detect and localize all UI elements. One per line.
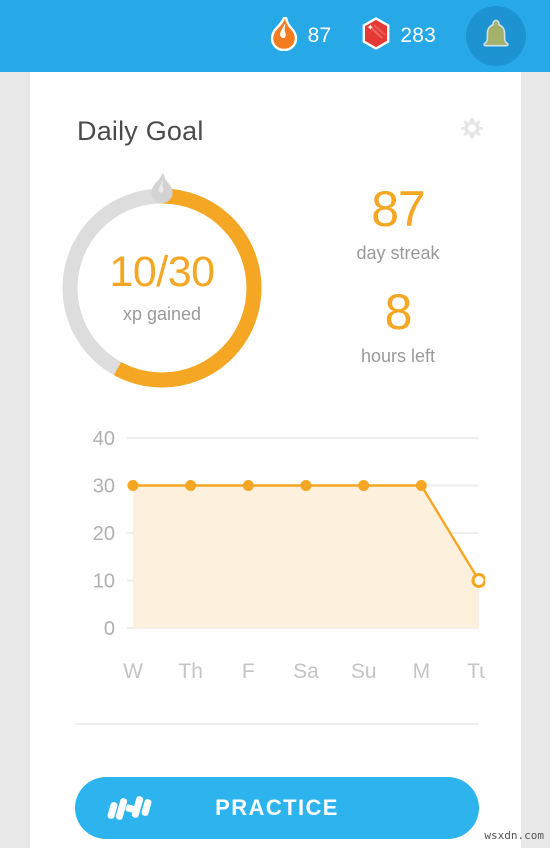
svg-text:Sa: Sa	[293, 660, 319, 683]
flame-icon	[269, 15, 299, 56]
gem-counter[interactable]: 283	[361, 17, 436, 55]
dumbbell-icon	[107, 793, 153, 823]
xp-progress-value: 10/30	[109, 248, 215, 296]
svg-text:Th: Th	[178, 660, 203, 683]
ring-center-content: 10/30 xp gained	[52, 178, 272, 398]
svg-text:M: M	[413, 660, 431, 683]
svg-text:20: 20	[93, 523, 115, 545]
svg-text:30: 30	[93, 476, 115, 498]
xp-progress-label: xp gained	[122, 304, 202, 324]
gem-icon	[361, 17, 391, 55]
daily-goal-card: Daily Goal 10/30 xp gained 87 day streak…	[30, 72, 521, 848]
svg-text:Su: Su	[351, 660, 377, 683]
chart-ytick-labels: 0 10 20 30 40	[93, 428, 115, 640]
day-streak-value: 87	[371, 181, 426, 237]
watermark: wsxdn.com	[484, 829, 544, 842]
card-header: Daily Goal	[77, 116, 487, 147]
goal-stats-column: 87 day streak 8 hours left	[298, 184, 498, 367]
stat-day-streak: 87 day streak	[298, 184, 498, 264]
streak-value: 87	[307, 24, 332, 47]
app-header: 87 283	[0, 0, 550, 72]
chart-xtick-labels: W Th F Sa Su M Tu	[123, 660, 485, 683]
hours-left-value: 8	[384, 284, 413, 340]
svg-text:Tu: Tu	[467, 660, 485, 683]
daily-goal-ring: 10/30 xp gained	[52, 173, 272, 398]
weekly-xp-chart: 0 10 20 30 40 W Th F Sa Su M Tu	[75, 420, 485, 685]
svg-text:F: F	[242, 660, 255, 683]
hours-left-label: hours left	[360, 346, 436, 366]
stat-hours-left: 8 hours left	[298, 287, 498, 367]
svg-text:40: 40	[93, 428, 115, 450]
practice-button[interactable]: PRACTICE	[75, 777, 479, 839]
streak-counter[interactable]: 87	[269, 15, 332, 56]
page-title: Daily Goal	[77, 116, 204, 146]
svg-text:0: 0	[104, 618, 115, 640]
day-streak-label: day streak	[356, 243, 440, 263]
bell-icon	[481, 18, 511, 55]
settings-button[interactable]	[459, 116, 485, 147]
gear-icon	[459, 116, 485, 147]
gem-value: 283	[400, 24, 436, 47]
xp-line-chart-svg: 0 10 20 30 40 W Th F Sa Su M Tu	[93, 428, 485, 683]
goal-summary-row: 10/30 xp gained 87 day streak 8 hours le…	[30, 170, 521, 410]
section-divider	[75, 723, 479, 725]
svg-text:W: W	[123, 660, 143, 683]
header-stats-bar: 87 283	[0, 0, 550, 72]
chart-area-fill	[133, 485, 479, 628]
notifications-button[interactable]	[466, 6, 526, 66]
svg-text:10: 10	[93, 571, 115, 593]
